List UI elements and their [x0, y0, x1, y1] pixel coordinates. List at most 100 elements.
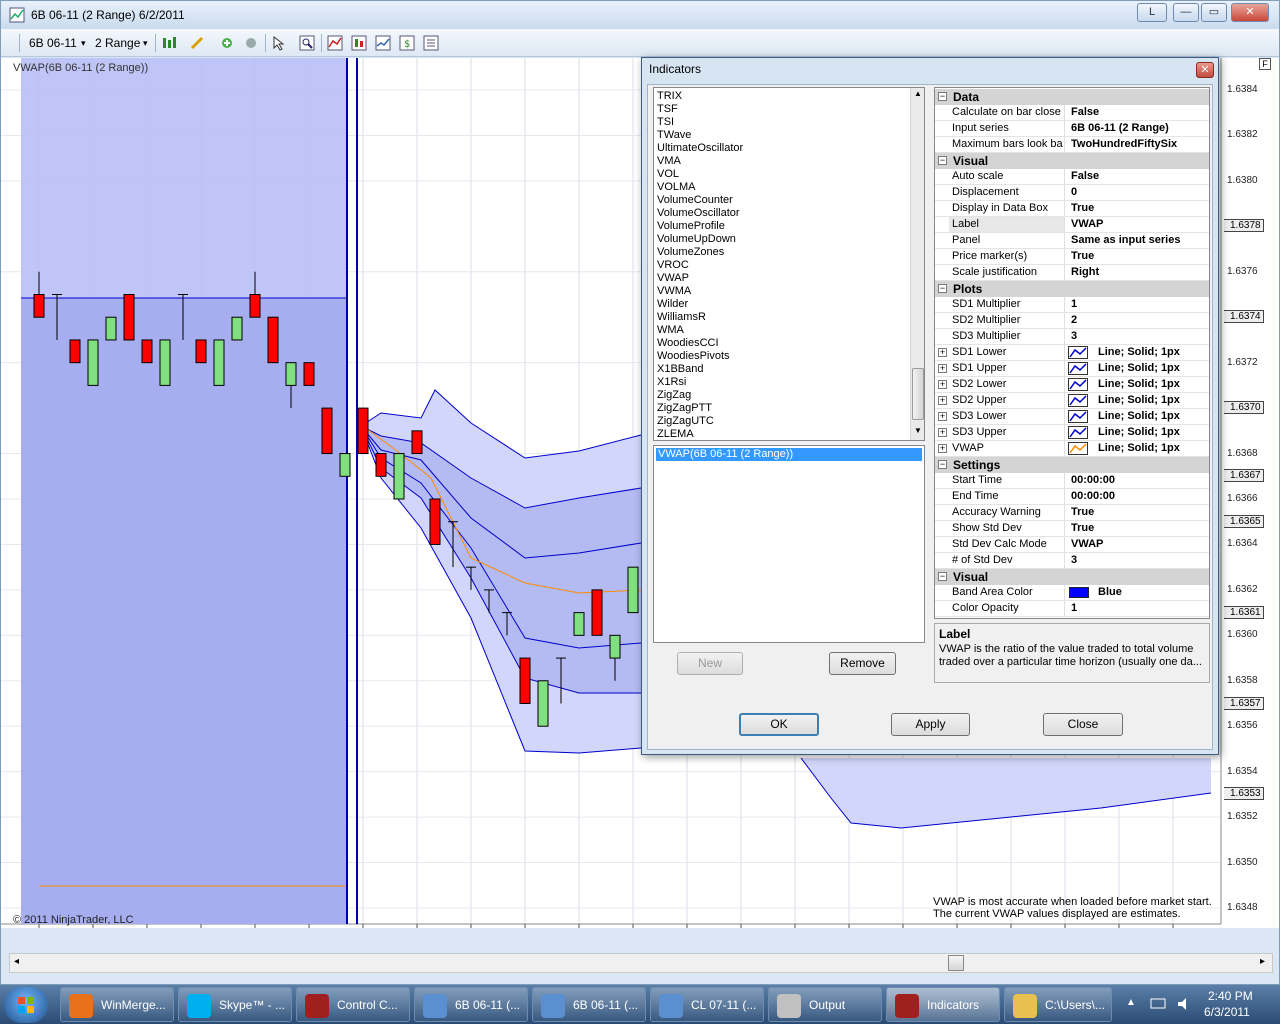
indicator-list-item[interactable]: ZigZagUTC	[657, 415, 714, 428]
property-value[interactable]: False	[1068, 169, 1208, 184]
indicator-list-item[interactable]: TSI	[657, 116, 674, 129]
indicator-list-item[interactable]: UltimateOscillator	[657, 142, 743, 155]
interval-dropdown-icon[interactable]: ▾	[143, 38, 148, 49]
property-row[interactable]: + VWAP Line; Solid; 1px	[935, 441, 1209, 457]
tray-expand-icon[interactable]: ▲	[1126, 997, 1136, 1008]
clock-time[interactable]: 2:40 PM	[1208, 989, 1253, 1003]
indicator-list-item[interactable]: TSF	[657, 103, 678, 116]
indicator-list-item[interactable]: WoodiesCCI	[657, 337, 719, 350]
scroll-down-icon[interactable]: ▼	[914, 426, 922, 435]
property-row[interactable]: + SD2 Upper Line; Solid; 1px	[935, 393, 1209, 409]
indicators-icon[interactable]	[327, 35, 343, 51]
apply-button[interactable]: Apply	[891, 713, 970, 736]
remove-marker-icon[interactable]	[243, 35, 259, 51]
property-row[interactable]: Show Std Dev True	[935, 521, 1209, 537]
indicator-list-item[interactable]: TWave	[657, 129, 691, 142]
network-icon[interactable]	[1150, 997, 1166, 1011]
property-row[interactable]: Calculate on bar close False	[935, 105, 1209, 121]
indicator-list-item[interactable]: VOLMA	[657, 181, 696, 194]
indicator-list-item[interactable]: VROC	[657, 259, 689, 272]
property-row[interactable]: + SD2 Lower Line; Solid; 1px	[935, 377, 1209, 393]
indicator-list-item[interactable]: WMA	[657, 324, 684, 337]
collapse-icon[interactable]: −	[938, 460, 947, 469]
maximize-button[interactable]: ▭	[1201, 3, 1227, 22]
property-row[interactable]: Accuracy Warning True	[935, 505, 1209, 521]
indicator-list-item[interactable]: VolumeProfile	[657, 220, 725, 233]
indicator-list-item[interactable]: VolumeCounter	[657, 194, 733, 207]
property-row[interactable]: + SD3 Lower Line; Solid; 1px	[935, 409, 1209, 425]
data-series-icon[interactable]	[375, 35, 391, 51]
taskbar-item[interactable]: Output	[768, 987, 882, 1022]
strategies-icon[interactable]	[351, 35, 367, 51]
title-bar[interactable]: 6B 06-11 (2 Range) 6/2/2011 L — ▭ ✕	[1, 1, 1279, 29]
properties-icon[interactable]	[423, 35, 439, 51]
property-value[interactable]: Line; Solid; 1px	[1095, 441, 1209, 456]
taskbar-item[interactable]: Skype™ - ...	[178, 987, 292, 1022]
property-row[interactable]: SD3 Multiplier 3	[935, 329, 1209, 345]
property-value[interactable]: 3	[1068, 553, 1208, 568]
instrument-dropdown-icon[interactable]: ▾	[81, 38, 86, 49]
indicator-list-item[interactable]: VolumeZones	[657, 246, 724, 259]
taskbar-item[interactable]: CL 07-11 (...	[650, 987, 764, 1022]
indicator-list-item[interactable]: Wilder	[657, 298, 688, 311]
collapse-icon[interactable]: −	[938, 572, 947, 581]
expand-icon[interactable]: +	[938, 412, 947, 421]
collapse-icon[interactable]: −	[938, 284, 947, 293]
indicator-list-item[interactable]: X1BBand	[657, 363, 703, 376]
category-visual[interactable]: − Visual	[935, 153, 1209, 169]
indicator-list-item[interactable]: ZLEMA	[657, 428, 694, 440]
property-value[interactable]: TwoHundredFiftySix	[1068, 137, 1208, 152]
indicator-list-item[interactable]: WilliamsR	[657, 311, 706, 324]
property-value[interactable]: True	[1068, 505, 1208, 520]
chart-horizontal-scrollbar[interactable]: ◂ ▸	[9, 953, 1273, 973]
property-value[interactable]: Line; Solid; 1px	[1095, 345, 1209, 360]
property-row[interactable]: + SD1 Upper Line; Solid; 1px	[935, 361, 1209, 377]
property-row[interactable]: Auto scale False	[935, 169, 1209, 185]
indicator-list-item[interactable]: X1Rsi	[657, 376, 686, 389]
property-value[interactable]: 0	[1068, 185, 1208, 200]
property-value[interactable]: True	[1068, 201, 1208, 216]
property-row[interactable]: Band Area Color Blue	[935, 585, 1209, 601]
collapse-icon[interactable]: −	[938, 92, 947, 101]
indicator-list[interactable]: TRIX TSF TSI TWave UltimateOscillator VMA VOL V…	[653, 87, 925, 441]
drawing-pencil-icon[interactable]	[189, 35, 205, 51]
zoom-icon[interactable]	[299, 35, 315, 51]
scroll-thumb[interactable]	[912, 368, 924, 420]
indicator-list-item[interactable]: VolumeOscillator	[657, 207, 740, 220]
property-value[interactable]: True	[1068, 249, 1208, 264]
property-value[interactable]: Right	[1068, 265, 1208, 280]
expand-icon[interactable]: +	[938, 396, 947, 405]
property-value[interactable]: Line; Solid; 1px	[1095, 409, 1209, 424]
indicator-list-item[interactable]: VolumeUpDown	[657, 233, 736, 246]
indicator-list-item[interactable]: TRIX	[657, 90, 682, 103]
taskbar-item[interactable]: WinMerge...	[60, 987, 174, 1022]
category-plots[interactable]: − Plots	[935, 281, 1209, 297]
property-row[interactable]: Color Opacity 1	[935, 601, 1209, 617]
property-value[interactable]: VWAP	[1068, 217, 1208, 232]
property-value[interactable]: False	[1068, 105, 1208, 120]
property-value[interactable]: VWAP	[1068, 537, 1208, 552]
clock-date[interactable]: 6/3/2011	[1204, 1005, 1250, 1019]
scroll-up-icon[interactable]: ▲	[914, 89, 922, 98]
property-value[interactable]: 00:00:00	[1068, 473, 1208, 488]
property-row[interactable]: SD1 Multiplier 1	[935, 297, 1209, 313]
dollar-icon[interactable]: $	[399, 35, 415, 51]
close-button[interactable]: ✕	[1231, 3, 1269, 22]
category-data[interactable]: − Data	[935, 89, 1209, 105]
property-row[interactable]: Price marker(s) True	[935, 249, 1209, 265]
property-value[interactable]: Blue	[1095, 585, 1209, 600]
dialog-close-icon[interactable]: ✕	[1196, 62, 1214, 78]
taskbar-item[interactable]: 6B 06-11 (...	[532, 987, 646, 1022]
expand-icon[interactable]: +	[938, 380, 947, 389]
indicator-list-item[interactable]: WoodiesPivots	[657, 350, 730, 363]
collapse-icon[interactable]: −	[938, 156, 947, 165]
applied-indicator-item[interactable]: VWAP(6B 06-11 (2 Range))	[656, 448, 922, 461]
property-value[interactable]: Line; Solid; 1px	[1095, 361, 1209, 376]
property-row[interactable]: Display in Data Box True	[935, 201, 1209, 217]
indicator-list-item[interactable]: VWMA	[657, 285, 691, 298]
remove-button[interactable]: Remove	[829, 652, 896, 675]
property-row[interactable]: Displacement 0	[935, 185, 1209, 201]
property-row[interactable]: End Time 00:00:00	[935, 489, 1209, 505]
property-row[interactable]: SD2 Multiplier 2	[935, 313, 1209, 329]
indicator-list-scrollbar[interactable]: ▲ ▼	[910, 88, 924, 440]
